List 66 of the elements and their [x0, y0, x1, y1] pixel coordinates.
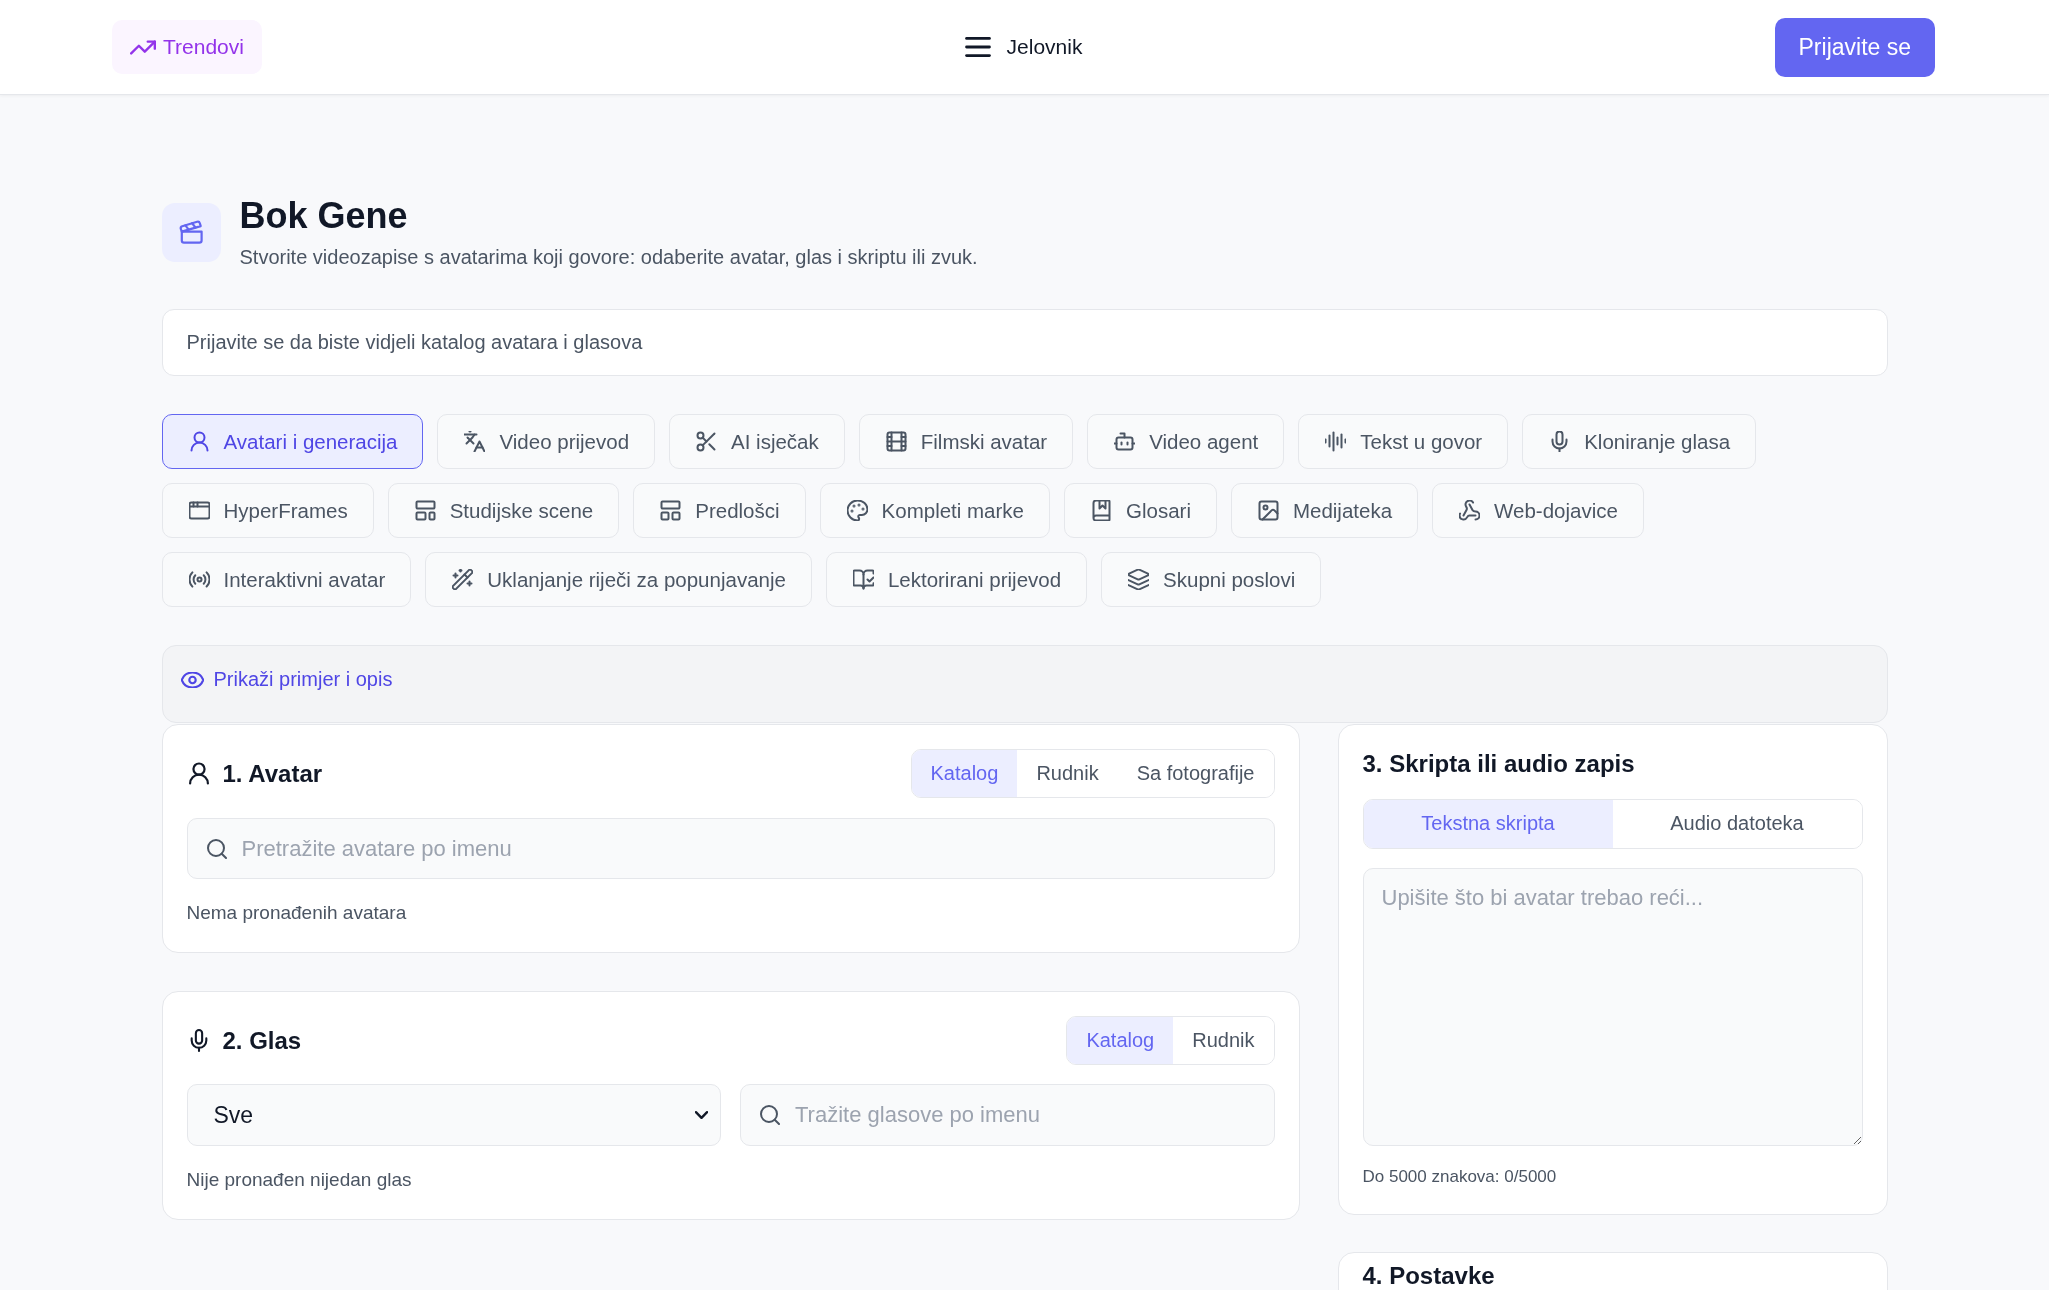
empty-message: Nije pronađen nijedan glas	[186, 1169, 413, 1191]
section-title: 3. Skripta ili audio zapis	[1362, 750, 1636, 779]
login-button[interactable]: Prijavite se	[1774, 17, 1935, 77]
microphone-icon	[188, 1029, 209, 1052]
login-notice: Prijavite se da biste vidjeli katalog avatara i glasova	[161, 309, 1888, 376]
character-counter: Do 5000 znakova: 0/5000	[1362, 1166, 1558, 1187]
robot-icon	[1114, 431, 1136, 452]
script-field[interactable]: Upišite što bi avatar trebao reći...	[1362, 867, 1863, 1146]
feature-tab[interactable]: Tekst u govor	[1298, 414, 1509, 469]
feature-tab[interactable]: Video prijevod	[437, 414, 656, 469]
translate-icon	[464, 431, 486, 452]
layout-icon	[660, 500, 682, 521]
voice-filter-select[interactable]: Sve	[186, 1084, 721, 1146]
feature-tab[interactable]: HyperFrames	[161, 483, 374, 538]
empty-message: Nema pronađenih avatara	[186, 902, 408, 924]
chevron-down-icon	[695, 1111, 708, 1119]
search-icon	[206, 839, 227, 859]
avatar-search-field[interactable]: Pretražite avatare po imenu	[186, 818, 1275, 879]
scissors-icon	[696, 431, 718, 452]
feature-tab[interactable]: Interaktivni avatar	[161, 552, 412, 607]
section-title: 2. Glas	[222, 1026, 302, 1055]
show-example-button[interactable]: Prikaži primjer i opis	[180, 668, 393, 691]
section-title: 4. Postavke	[1362, 1261, 1496, 1290]
layers-icon	[1128, 569, 1150, 590]
trending-up-icon	[130, 39, 156, 55]
feature-tab[interactable]: Kompleti marke	[819, 483, 1050, 538]
feature-tab[interactable]: Video agent	[1087, 414, 1285, 469]
feature-tab[interactable]: Lektorirani prijevod	[825, 552, 1088, 607]
feature-tab[interactable]: Medijateka	[1230, 483, 1419, 538]
feature-tab[interactable]: Filmski avatar	[858, 414, 1074, 469]
feature-tab[interactable]: Studijske scene	[387, 483, 620, 538]
trending-link[interactable]: Trendovi	[112, 20, 262, 74]
image-icon	[1257, 500, 1279, 521]
feature-tab[interactable]: Skupni poslovi	[1101, 552, 1322, 607]
section-title: 1. Avatar	[222, 759, 323, 788]
person-icon	[188, 431, 210, 452]
book-check-icon	[852, 569, 874, 590]
person-icon	[188, 762, 209, 785]
window-icon	[188, 500, 210, 521]
bookmark-book-icon	[1091, 500, 1112, 521]
feature-tab[interactable]: AI isječak	[669, 414, 845, 469]
webhook-icon	[1459, 500, 1481, 521]
feature-tab[interactable]: Web-dojavice	[1432, 483, 1644, 538]
feature-tab[interactable]: Glosari	[1064, 483, 1217, 538]
layout-icon	[414, 500, 436, 521]
menu-button[interactable]: Jelovnik	[964, 35, 1083, 59]
feature-tab[interactable]: Kloniranje glasa	[1522, 414, 1757, 469]
source-tab[interactable]: Katalog	[1067, 1017, 1174, 1064]
film-icon	[885, 431, 907, 452]
mode-tab[interactable]: Tekstna skripta	[1363, 799, 1613, 848]
sound-wave-icon	[1325, 431, 1347, 452]
page-title: Bok Gene	[239, 194, 409, 238]
page-subtitle: Stvorite videozapise s avatarima koji govore: odaberite avatar, glas i skriptu ili zvuk.	[239, 246, 978, 269]
microphone-icon	[1549, 431, 1571, 452]
menu-icon	[964, 37, 991, 57]
broadcast-icon	[188, 569, 210, 590]
feature-tab[interactable]: Uklanjanje riječi za popunjavanje	[425, 552, 812, 607]
feature-tab[interactable]: Avatari i generacija	[161, 414, 424, 469]
voice-search-field[interactable]: Tražite glasove po imenu	[740, 1084, 1275, 1146]
eye-icon	[180, 671, 204, 688]
search-icon	[760, 1105, 780, 1125]
clapperboard-icon	[161, 203, 221, 262]
source-tab[interactable]: Katalog	[911, 750, 1018, 797]
palette-icon	[846, 500, 868, 521]
feature-tab[interactable]: Predlošci	[633, 483, 806, 538]
magic-wand-icon	[452, 569, 474, 590]
